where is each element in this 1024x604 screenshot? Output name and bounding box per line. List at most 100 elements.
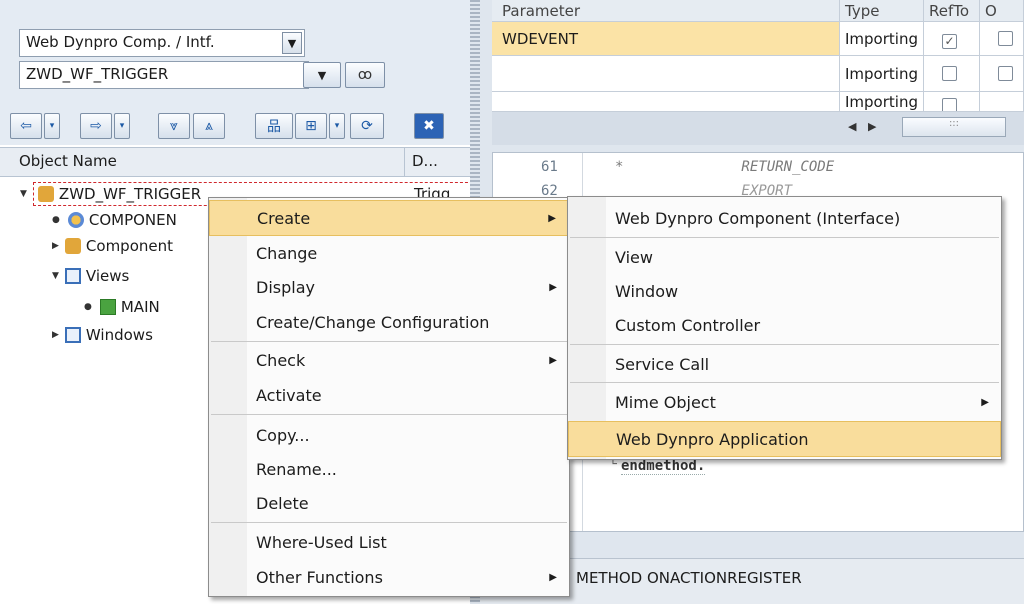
submenu-arrow-icon: ▶	[549, 281, 557, 293]
menu-item-label: Display	[256, 277, 315, 297]
object-type-select[interactable]: Web Dynpro Comp. / Intf. ▼	[19, 29, 305, 57]
expanded-triangle-icon[interactable]: ▼	[20, 189, 27, 199]
object-type-value: Web Dynpro Comp. / Intf.	[26, 33, 215, 51]
submenu-item-service-call[interactable]: Service Call	[568, 346, 1001, 382]
views-label: Views	[85, 267, 130, 285]
menu-separator	[211, 522, 567, 523]
column-divider	[404, 148, 405, 176]
collapse-all-icon: ⩓	[205, 118, 213, 134]
menu-item-create-change-configuration[interactable]: Create/Change Configuration	[209, 304, 569, 340]
tree-node-main[interactable]: ● MAIN	[84, 294, 160, 320]
submenu-item-web-dynpro-component[interactable]: Web Dynpro Component (Interface)	[568, 200, 1001, 236]
submenu-item-window[interactable]: Window	[568, 273, 1001, 309]
checkmark-icon[interactable]: ✓	[942, 34, 957, 49]
menu-item-create[interactable]: Create ▶	[209, 200, 569, 236]
chevron-down-icon: ▼	[317, 68, 327, 82]
main-label: MAIN	[120, 298, 160, 316]
forward-button[interactable]: ⇨	[80, 113, 112, 139]
display-button[interactable]: ꝏ	[345, 62, 385, 88]
menu-item-label: Activate	[256, 385, 322, 405]
menu-separator	[570, 237, 999, 238]
menu-item-label: Window	[615, 281, 679, 301]
menu-item-label: Create/Change Configuration	[256, 312, 490, 332]
tree-node-componentcontroller[interactable]: ● COMPONEN	[52, 207, 177, 233]
menu-item-rename[interactable]: Rename...	[209, 451, 569, 487]
object-name-input[interactable]: ZWD_WF_TRIGGER	[19, 61, 309, 89]
collapsed-triangle-icon[interactable]: ▶	[52, 241, 59, 251]
dropdown-arrow-button[interactable]: ▼	[303, 62, 341, 88]
forward-arrow-icon: ⇨	[90, 118, 102, 134]
header-type[interactable]: Type	[840, 0, 924, 22]
menu-item-label: Change	[256, 243, 318, 263]
menu-separator	[211, 414, 567, 415]
menu-item-label: Copy...	[256, 425, 310, 445]
component-icon	[64, 238, 81, 254]
menu-item-change[interactable]: Change	[209, 235, 569, 271]
forward-dropdown[interactable]: ▾	[114, 113, 130, 139]
refto-checkbox-cell[interactable]	[924, 92, 980, 112]
param-type-cell[interactable]: Importing	[840, 22, 924, 56]
menu-item-other-functions[interactable]: Other Functions ▶	[209, 559, 569, 595]
menu-item-delete[interactable]: Delete	[209, 485, 569, 521]
checkbox[interactable]	[942, 66, 957, 81]
collapsed-triangle-icon[interactable]: ▶	[52, 330, 59, 340]
header-optional[interactable]: O	[980, 0, 1024, 22]
menu-item-label: Rename...	[256, 459, 337, 479]
submenu-item-mime-object[interactable]: Mime Object ▶	[568, 384, 1001, 420]
menu-item-display[interactable]: Display ▶	[209, 269, 569, 305]
header-refto[interactable]: RefTo	[924, 0, 980, 22]
submenu-item-view[interactable]: View	[568, 239, 1001, 275]
controller-icon	[67, 212, 84, 228]
menu-item-check[interactable]: Check ▶	[209, 342, 569, 378]
chevron-down-icon: ▾	[334, 121, 340, 131]
param-name-cell[interactable]	[492, 92, 840, 112]
status-text: METHOD ONACTIONREGISTER	[576, 569, 802, 587]
scroll-right-icon[interactable]: ▶	[868, 120, 876, 133]
scroll-left-icon[interactable]: ◀	[848, 120, 856, 133]
view-icon	[99, 299, 116, 315]
component-interface-label: Component	[85, 237, 174, 255]
chevron-down-icon[interactable]: ▼	[282, 32, 302, 54]
menu-item-activate[interactable]: Activate	[209, 377, 569, 413]
param-name-cell[interactable]	[492, 56, 840, 92]
tree-node-windows[interactable]: ▶ Windows	[52, 322, 153, 348]
refresh-button[interactable]: ⟳	[350, 113, 384, 139]
checkbox[interactable]	[942, 98, 957, 111]
back-arrow-icon: ⇦	[20, 118, 32, 134]
close-button[interactable]: ✖	[414, 113, 444, 139]
submenu-item-custom-controller[interactable]: Custom Controller	[568, 307, 1001, 343]
optional-checkbox-cell[interactable]	[980, 92, 1024, 112]
optional-checkbox-cell[interactable]	[980, 56, 1024, 92]
checkbox[interactable]	[998, 66, 1013, 81]
submenu-item-web-dynpro-application[interactable]: Web Dynpro Application	[568, 421, 1001, 457]
collapse-button[interactable]: ⩓	[193, 113, 225, 139]
scroll-thumb[interactable]: :::	[902, 117, 1006, 137]
create-submenu: Web Dynpro Component (Interface) View Wi…	[567, 196, 1002, 460]
line-number: 61	[541, 159, 558, 175]
refto-checkbox-cell[interactable]	[924, 56, 980, 92]
menu-item-copy[interactable]: Copy...	[209, 417, 569, 453]
menu-item-where-used-list[interactable]: Where-Used List	[209, 524, 569, 560]
param-type-cell[interactable]: Importing	[840, 92, 924, 112]
hierarchy-button[interactable]: 品	[255, 113, 293, 139]
expand-button[interactable]: ⩔	[158, 113, 190, 139]
display-object-dropdown[interactable]: ▾	[329, 113, 345, 139]
display-object-button[interactable]: ⊞	[295, 113, 327, 139]
tree-node-views[interactable]: ▼ Views	[52, 263, 129, 289]
refto-checkbox-cell[interactable]: ✓	[924, 22, 980, 56]
tree-node-component-interface[interactable]: ▶ Component	[52, 233, 173, 259]
back-button[interactable]: ⇦	[10, 113, 42, 139]
column-description[interactable]: D...	[412, 152, 438, 170]
parameter-table: Parameter Type RefTo O WDEVENT Importing…	[492, 0, 1024, 145]
chevron-down-icon: ▾	[119, 121, 125, 131]
param-name-cell[interactable]: WDEVENT	[492, 22, 840, 56]
close-window-icon: ✖	[423, 118, 435, 134]
checkbox[interactable]	[998, 31, 1013, 46]
expanded-triangle-icon[interactable]: ▼	[52, 271, 59, 281]
header-parameter[interactable]: Parameter	[492, 0, 840, 22]
optional-checkbox-cell[interactable]	[980, 22, 1024, 56]
back-dropdown[interactable]: ▾	[44, 113, 60, 139]
windows-label: Windows	[85, 326, 153, 344]
param-type-cell[interactable]: Importing	[840, 56, 924, 92]
column-object-name[interactable]: Object Name	[19, 152, 117, 170]
